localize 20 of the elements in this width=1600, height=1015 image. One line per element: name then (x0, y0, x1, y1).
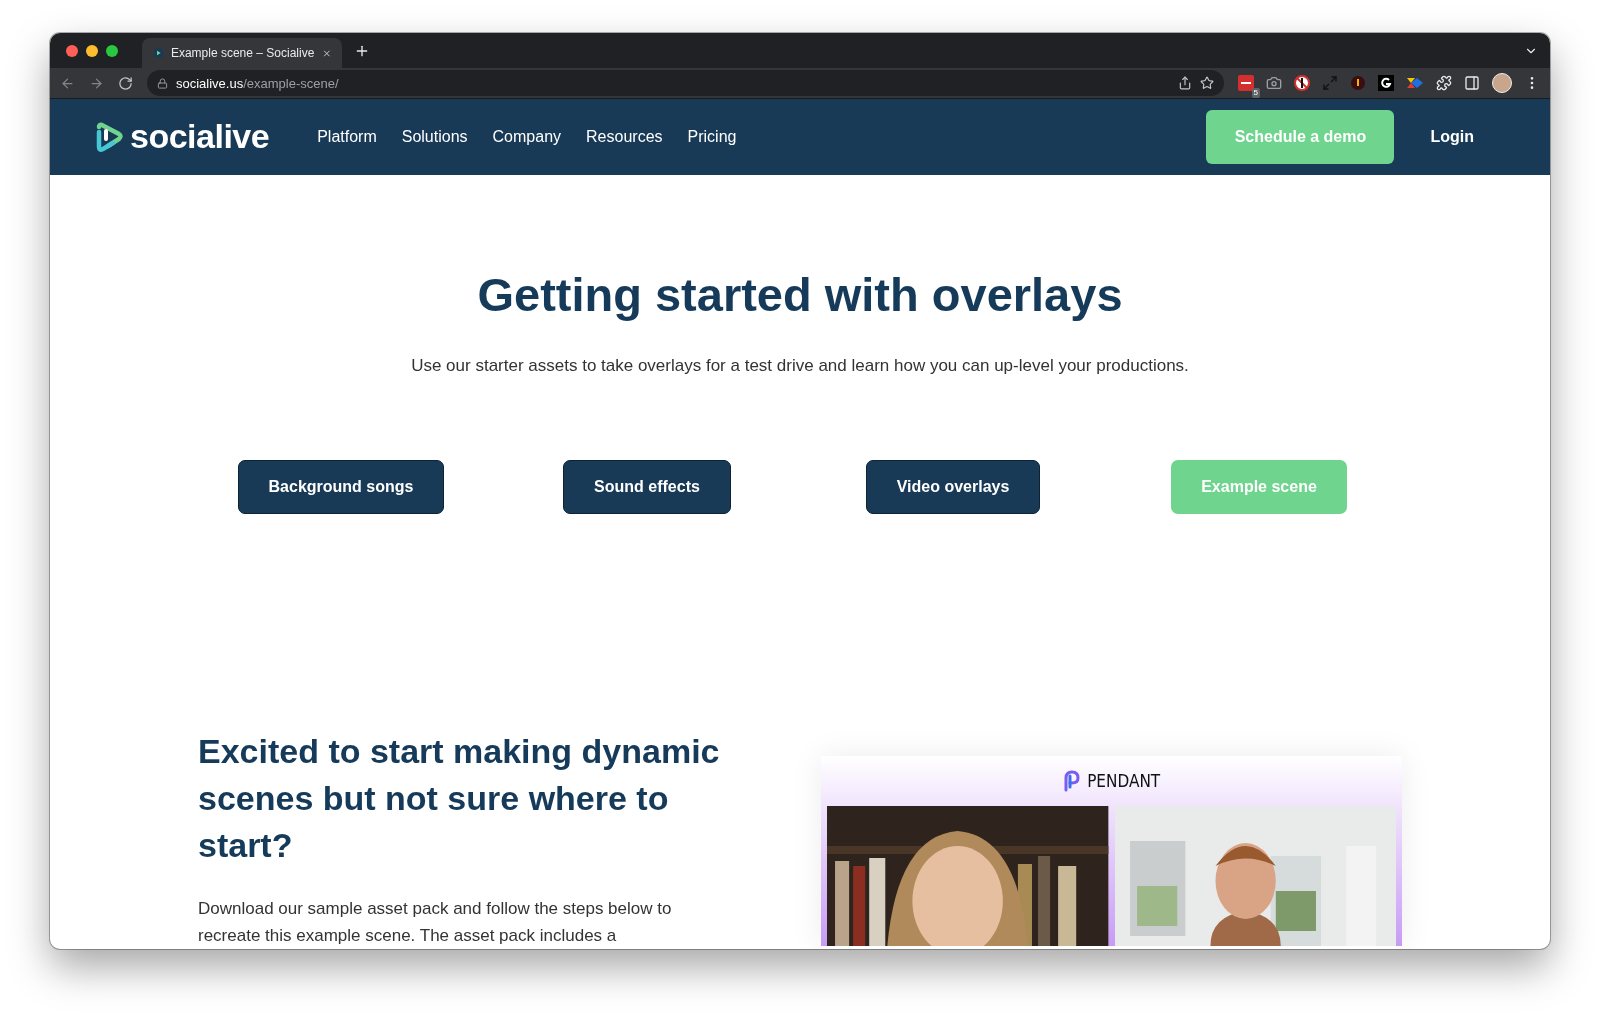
category-button[interactable]: Video overlays (865, 460, 1041, 514)
login-link[interactable]: Login (1430, 127, 1474, 146)
page-subtitle: Use our starter assets to take overlays for a test drive and learn how you can up-level your productions. (411, 356, 1189, 376)
address-bar[interactable]: socialive.us/example-scene/ (147, 70, 1224, 97)
nav-link[interactable]: Solutions (401, 127, 468, 146)
category-button[interactable]: Sound effects (563, 460, 731, 514)
brand-name: socialive (130, 117, 270, 157)
pendant-brand: PENDANT (1087, 771, 1161, 791)
category-button[interactable]: Background songs (237, 460, 445, 514)
browser-tab[interactable]: Example scene – Socialive (142, 38, 342, 69)
extension-badge: 5 (1251, 88, 1260, 99)
nav-link[interactable]: Platform (317, 127, 377, 146)
url-text: socialive.us/example-scene/ (176, 75, 340, 91)
nav-link[interactable]: Company (492, 127, 562, 146)
section-paragraph: Download our sample asset pack and follow the steps below to recreate this example scene. The asset pack includes a (198, 898, 673, 947)
tab-title: Example scene – Socialive (170, 46, 315, 61)
section-heading: Excited to start making dynamic scenes but not sure where to start? (198, 731, 721, 866)
nav-link[interactable]: Pricing (687, 127, 737, 146)
page-title: Getting started with overlays (477, 267, 1123, 322)
nav-link[interactable]: Resources (586, 127, 663, 146)
